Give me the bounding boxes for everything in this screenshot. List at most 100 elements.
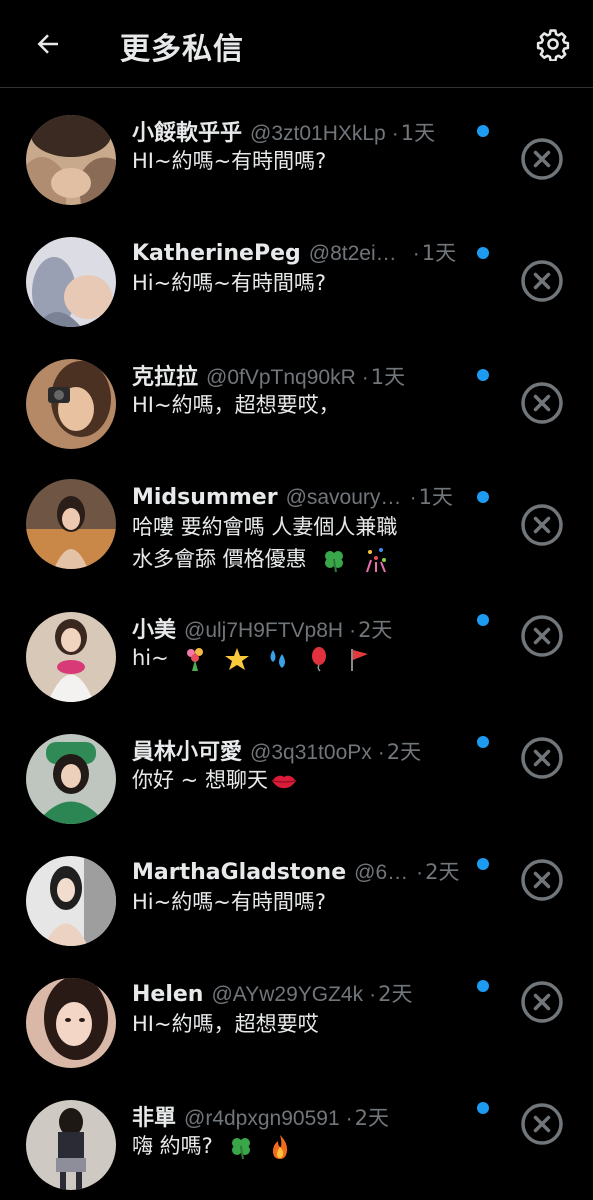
display-name: KatherinePeg	[132, 241, 301, 266]
page-title: 更多私信	[120, 32, 244, 67]
message-preview-line2: 水多會舔 價格優惠	[132, 543, 502, 575]
separator: ·	[369, 983, 377, 1006]
unread-dot	[477, 1102, 489, 1114]
user-handle: @8t2eiQwZ	[308, 242, 407, 265]
clover-emoji	[231, 1138, 250, 1160]
message-preview: 嗨 約嗎?	[132, 1130, 502, 1162]
back-button[interactable]	[28, 24, 68, 64]
conversation-row[interactable]: 員林小可愛 @3q31t0oPx · 2天 你好 ~ 想聊天	[0, 708, 593, 830]
unread-dot	[477, 369, 489, 381]
unread-dot	[477, 125, 489, 137]
close-circle-icon	[521, 859, 563, 901]
unread-dot	[477, 247, 489, 259]
bouquet-emoji	[187, 648, 204, 671]
avatar[interactable]	[26, 359, 116, 449]
display-name: Helen	[132, 982, 204, 1007]
dismiss-button[interactable]	[520, 381, 564, 425]
timestamp: 1天	[421, 241, 457, 265]
separator: ·	[391, 122, 399, 145]
arrow-left-icon	[37, 34, 58, 54]
timestamp: 1天	[418, 485, 453, 509]
lips-emoji	[271, 775, 296, 789]
dismiss-button[interactable]	[520, 980, 564, 1024]
conversation-row[interactable]: Midsummer @savoury_m · 1天 哈嘍 要約會嗎 人妻個人兼職…	[0, 455, 593, 586]
close-circle-icon	[521, 382, 563, 424]
avatar[interactable]	[26, 237, 116, 327]
conversation-row[interactable]: 非單 @r4dpxgn90591 · 2天 嗨 約嗎?	[0, 1074, 593, 1196]
display-name: 非單	[132, 1106, 177, 1131]
message-preview: Hi~約嗎~有時間嗎?	[132, 271, 326, 295]
user-handle: @0fVpTnq90kR	[206, 366, 356, 389]
message-preview: 哈嘍 要約會嗎 人妻個人兼職	[132, 515, 398, 539]
timestamp: 2天	[358, 618, 393, 642]
message-preview: 你好 ~ 想聊天	[132, 764, 502, 796]
avatar[interactable]	[26, 115, 116, 205]
dismiss-button[interactable]	[520, 1102, 564, 1146]
user-handle: @ulj7H9FTVp8H	[184, 619, 344, 642]
timestamp: 1天	[400, 121, 436, 145]
dismiss-button[interactable]	[520, 259, 564, 303]
avatar[interactable]	[26, 856, 116, 946]
droplets-emoji	[270, 650, 285, 668]
close-circle-icon	[521, 737, 563, 779]
conversation-row[interactable]: 小餒軟乎乎 @3zt01HXkLp · 1天 HI~約嗎~有時間嗎?	[0, 89, 593, 211]
top-bar: 更多私信	[0, 0, 593, 88]
clover-emoji	[325, 551, 344, 573]
timestamp: 2天	[425, 860, 460, 884]
dismiss-button[interactable]	[520, 137, 564, 181]
user-handle: @AYw29YGZ4k	[211, 983, 364, 1006]
avatar[interactable]	[26, 1100, 116, 1190]
separator: ·	[412, 242, 420, 265]
conversation-row[interactable]: 小美 @ulj7H9FTVp8H · 2天 hi~	[0, 586, 593, 708]
avatar[interactable]	[26, 612, 116, 702]
conversation-row[interactable]: MarthaGladstone @6QrT2x · 2天 Hi~約嗎~有時間嗎?	[0, 830, 593, 952]
unread-dot	[477, 614, 489, 626]
avatar[interactable]	[26, 734, 116, 824]
close-circle-icon	[521, 260, 563, 302]
timestamp: 2天	[378, 982, 413, 1006]
dismiss-button[interactable]	[520, 858, 564, 902]
display-name: 員林小可愛	[132, 740, 243, 765]
unread-dot	[477, 858, 489, 870]
display-name: Midsummer	[132, 485, 278, 510]
display-name: 小餒軟乎乎	[132, 121, 243, 146]
message-preview: HI~約嗎，超想要哎，	[132, 393, 340, 417]
fire-emoji	[273, 1135, 288, 1159]
separator: ·	[409, 486, 417, 509]
close-circle-icon	[521, 138, 563, 180]
unread-dot	[477, 736, 489, 748]
close-circle-icon	[521, 504, 563, 546]
dismiss-button[interactable]	[520, 736, 564, 780]
close-circle-icon	[521, 1103, 563, 1145]
display-name: MarthaGladstone	[132, 860, 347, 885]
user-handle: @3q31t0oPx	[250, 741, 372, 764]
message-preview: Hi~約嗎~有時間嗎?	[132, 890, 326, 914]
conversation-row[interactable]: Helen @AYw29YGZ4k · 2天 HI~約嗎，超想要哎	[0, 952, 593, 1074]
user-handle: @r4dpxgn90591	[184, 1107, 340, 1130]
display-name: 小美	[132, 618, 177, 643]
separator: ·	[345, 1107, 353, 1130]
message-preview: HI~約嗎~有時間嗎?	[132, 149, 327, 173]
close-circle-icon	[521, 981, 563, 1023]
message-preview: hi~	[132, 642, 502, 674]
conversation-row[interactable]: 克拉拉 @0fVpTnq90kR · 1天 HI~約嗎，超想要哎，	[0, 333, 593, 455]
separator: ·	[416, 861, 424, 884]
settings-button[interactable]	[531, 22, 575, 66]
unread-dot	[477, 980, 489, 992]
gear-icon	[536, 29, 570, 61]
confetti-emoji	[366, 548, 387, 573]
user-handle: @3zt01HXkLp	[250, 122, 386, 145]
separator: ·	[361, 366, 369, 389]
separator: ·	[349, 619, 357, 642]
balloon-emoji	[311, 647, 326, 672]
close-circle-icon	[521, 615, 563, 657]
flag-emoji	[351, 649, 369, 671]
dismiss-button[interactable]	[520, 503, 564, 547]
avatar[interactable]	[26, 479, 116, 569]
message-preview: HI~約嗎，超想要哎	[132, 1012, 319, 1036]
dismiss-button[interactable]	[520, 614, 564, 658]
avatar[interactable]	[26, 978, 116, 1068]
conversation-row[interactable]: KatherinePeg @8t2eiQwZ · 1天 Hi~約嗎~有時間嗎?	[0, 211, 593, 333]
user-handle: @6QrT2x	[354, 861, 411, 884]
unread-dot	[477, 491, 489, 503]
